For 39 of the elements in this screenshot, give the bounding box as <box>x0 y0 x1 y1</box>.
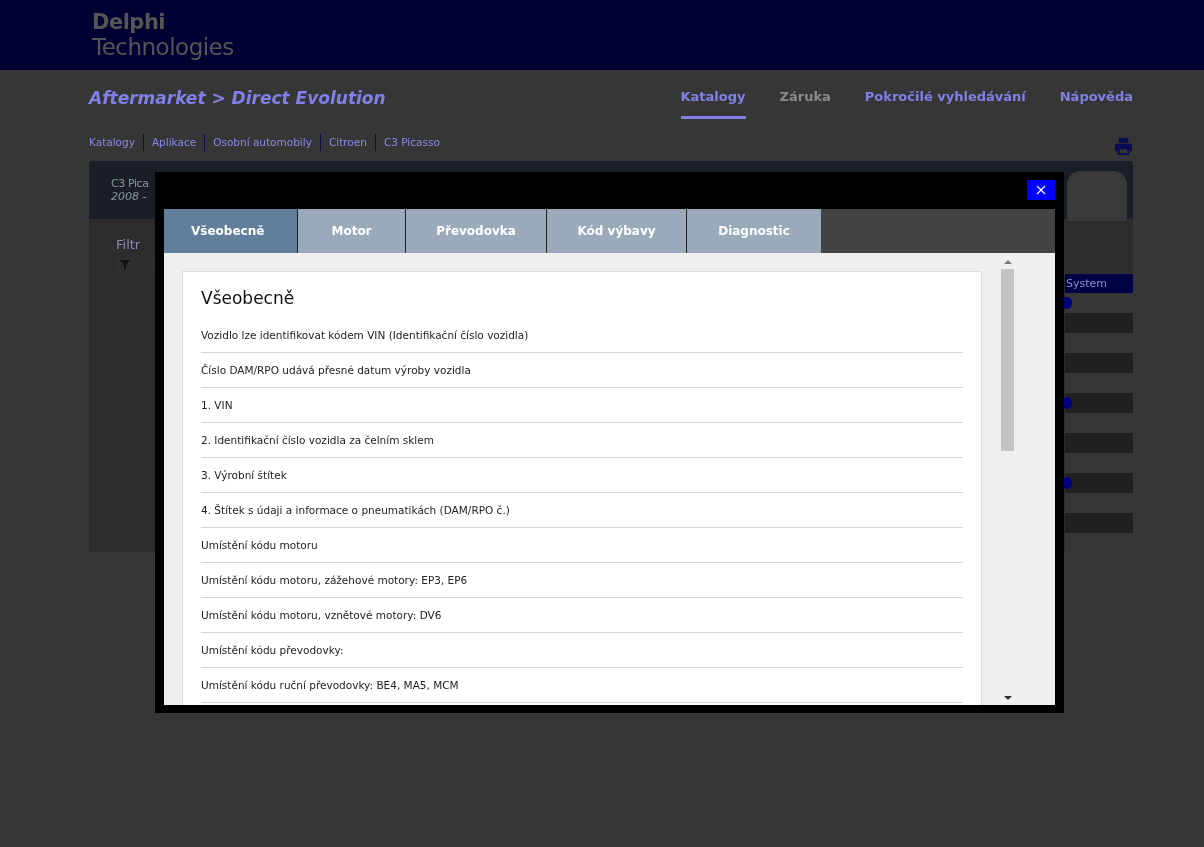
breadcrumb-link[interactable]: Katalogy <box>89 136 143 148</box>
logo[interactable]: Delphi Technologies <box>92 11 234 59</box>
info-item[interactable]: Vozidlo lze identifikovat kódem VIN (Identifikační číslo vozidla) <box>201 329 529 341</box>
breadcrumb-link[interactable]: Osobní automobily <box>205 136 320 148</box>
column-header: System <box>1066 277 1108 290</box>
section-heading: Všeobecně <box>201 288 296 308</box>
scroll-down-icon[interactable] <box>1003 695 1012 701</box>
page-title: Aftermarket > Direct Evolution <box>89 88 386 108</box>
info-item[interactable]: Umístění kódu motoru <box>201 539 318 551</box>
close-button[interactable] <box>1027 180 1055 200</box>
breadcrumb-link[interactable]: Citroen <box>320 136 375 148</box>
tab[interactable]: Kód výbavy <box>547 209 687 253</box>
info-item[interactable]: 4. Štítek s údaji a informace o pneumatikách (DAM/RPO č.) <box>201 504 510 516</box>
nav-link[interactable]: Pokročilé vyhledávání <box>864 89 1026 119</box>
info-item[interactable]: 2. Identifikační číslo vozidla za čelním sklem <box>201 434 434 446</box>
tab[interactable]: Diagnostic <box>687 209 821 253</box>
info-item[interactable]: Umístění kódu ruční převodovky: BE4, MA5, MCM <box>201 679 459 691</box>
info-item[interactable]: 3. Výrobní štítek <box>201 469 287 481</box>
scroll-up-icon[interactable] <box>1003 259 1012 265</box>
info-item[interactable]: Umístění kódu převodovky: <box>201 644 344 656</box>
info-item[interactable]: Číslo DAM/RPO udává přesné datum výroby vozidla <box>201 364 471 376</box>
filter-icon <box>120 259 130 270</box>
tab[interactable]: Převodovka <box>406 209 547 253</box>
tab[interactable]: Motor <box>298 209 406 253</box>
print-icon[interactable] <box>1114 136 1133 156</box>
nav-link[interactable]: Katalogy <box>680 89 746 119</box>
breadcrumb-link[interactable]: C3 Picasso <box>375 136 448 148</box>
scrollbar-thumb[interactable] <box>1001 269 1014 451</box>
info-item[interactable]: Umístění kódu motoru, vznětové motory: DV6 <box>201 609 442 621</box>
filter-label: Filtr <box>116 237 142 252</box>
info-item[interactable]: 1. VIN <box>201 399 233 411</box>
vehicle-name: C3 Pica <box>111 177 149 190</box>
tab[interactable]: Všeobecně <box>164 209 298 253</box>
nav-link[interactable]: Nápověda <box>1059 89 1133 119</box>
close-icon <box>1036 185 1046 195</box>
vehicle-years: 2008 - <box>111 190 148 203</box>
car-photo-placeholder <box>1067 171 1127 221</box>
breadcrumb-link[interactable]: Aplikace <box>143 136 205 148</box>
info-item[interactable]: Umístění kódu motoru, zážehové motory: EP3, EP6 <box>201 574 468 586</box>
